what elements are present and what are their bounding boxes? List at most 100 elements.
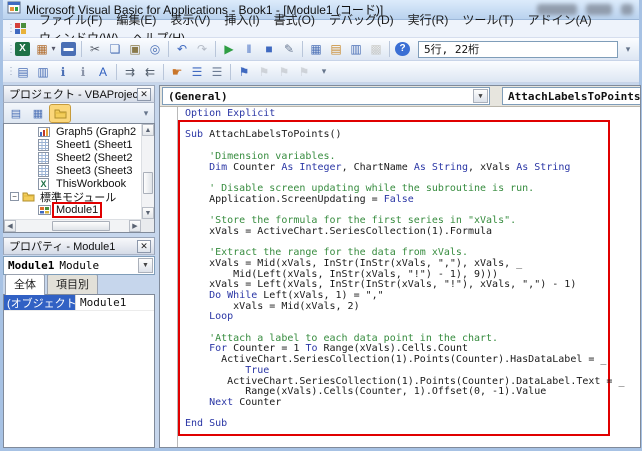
properties-tabs: 全体項目別 (3, 277, 155, 294)
copy-icon[interactable]: ❏ (106, 41, 124, 58)
tree-item-sheet3[interactable]: Sheet3 (Sheet3 (4, 164, 141, 177)
scroll-thumb[interactable] (143, 172, 153, 194)
menu-run[interactable]: 実行(R) (401, 12, 456, 28)
code-line[interactable]: Dim Counter As Integer, ChartName As Str… (185, 163, 640, 174)
parameter-info-icon[interactable]: ℹ (74, 63, 92, 80)
tree-item-graph5[interactable]: Graph5 (Graph2 (4, 125, 141, 138)
tab-alphabetic[interactable]: 全体 (5, 274, 45, 295)
svg-text:X: X (40, 179, 46, 189)
collapse-toggle-icon[interactable]: − (10, 192, 19, 201)
scroll-left-icon[interactable]: ◀ (4, 220, 16, 232)
menu-file[interactable]: ファイル(F) (32, 12, 109, 28)
menu-tools[interactable]: ツール(T) (455, 12, 520, 28)
quick-info-icon[interactable]: ℹ (54, 63, 72, 80)
redacted-blob (621, 4, 633, 15)
scroll-up-icon[interactable]: ▲ (142, 124, 154, 136)
paste-icon[interactable]: ▣ (126, 41, 144, 58)
code-line[interactable]: End Sub (185, 419, 640, 430)
view-object-button[interactable]: ▦ (28, 105, 48, 122)
run-icon[interactable]: ▶ (220, 41, 238, 58)
toolbar-separator (168, 41, 169, 57)
indent-icon[interactable]: ⇉ (121, 63, 139, 80)
excel-icon[interactable]: X (15, 42, 30, 56)
help-icon[interactable]: ? (395, 42, 410, 56)
toolbar-separator (81, 41, 82, 57)
design-mode-icon[interactable]: ✎ (280, 41, 298, 58)
selected-object-type: Module (59, 259, 99, 272)
object-browser-icon[interactable]: ▥ (347, 41, 365, 58)
toolbar-grip[interactable]: ⋮ (6, 23, 13, 34)
outdent-icon[interactable]: ⇇ (141, 63, 159, 80)
project-toolbar-overflow-icon[interactable]: ▾ (140, 108, 152, 119)
close-icon[interactable]: ✕ (137, 240, 151, 253)
save-icon[interactable]: ▬ (61, 42, 76, 56)
toolbar-grip[interactable]: ⋮ (6, 44, 13, 55)
break-icon[interactable]: ‖ (240, 41, 258, 58)
tree-item-standard-modules[interactable]: −標準モジュール (4, 190, 141, 203)
comment-block-icon[interactable]: ☰ (188, 63, 206, 80)
line-column-indicator[interactable]: 5行, 22桁 (418, 41, 618, 58)
toolbar-separator (230, 64, 231, 80)
properties-panel-header: プロパティ - Module1 ✕ (3, 237, 155, 255)
property-value[interactable]: Module1 (76, 296, 130, 309)
code-window: (General) ▼ AttachLabelsToPoints Option … (159, 85, 641, 448)
menu-debug[interactable]: デバッグ(D) (322, 12, 401, 28)
code-margin-indicator-bar[interactable] (160, 107, 178, 447)
object-dropdown[interactable]: (General) ▼ (162, 87, 490, 105)
close-icon[interactable]: ✕ (137, 88, 151, 101)
scroll-right-icon[interactable]: ▶ (129, 220, 141, 232)
toolbar-overflow-icon[interactable]: ▾ (622, 44, 634, 55)
toggle-bookmark-icon[interactable]: ⚑ (235, 63, 253, 80)
complete-word-icon[interactable]: A (94, 63, 112, 80)
toolbar-grip[interactable]: ⋮ (6, 66, 13, 77)
scroll-down-icon[interactable]: ▼ (142, 207, 154, 219)
chevron-down-icon[interactable]: ▼ (138, 258, 153, 273)
view-code-button[interactable]: ▤ (6, 105, 26, 122)
tree-horizontal-scrollbar[interactable]: ◀ ▶ (4, 219, 141, 232)
reset-icon[interactable]: ■ (260, 41, 278, 58)
undo-icon[interactable]: ↶ (173, 41, 191, 58)
chart-icon (38, 126, 51, 138)
project-explorer-icon[interactable]: ▦ (307, 41, 325, 58)
code-line[interactable] (185, 409, 640, 420)
toolbar-separator (389, 41, 390, 57)
object-selector[interactable]: Module1 Module ▼ (3, 256, 155, 275)
uncomment-block-icon[interactable]: ☰ (208, 63, 226, 80)
property-row[interactable]: (オブジェクト名)Module1 (4, 295, 154, 311)
cut-icon[interactable]: ✂ (86, 41, 104, 58)
code-line[interactable]: Option Explicit (185, 109, 640, 120)
tree-item-sheet1[interactable]: Sheet1 (Sheet1 (4, 138, 141, 151)
tab-categorized[interactable]: 項目別 (47, 274, 98, 294)
selected-object-name: Module1 (8, 259, 54, 272)
toolbar-separator (163, 64, 164, 80)
tree-item-sheet2[interactable]: Sheet2 (Sheet2 (4, 151, 141, 164)
list-constants-icon[interactable]: ▥ (34, 63, 52, 80)
code-line[interactable]: Next Counter (185, 398, 640, 409)
toggle-breakpoint-icon[interactable]: ☛ (168, 63, 186, 80)
scroll-thumb[interactable] (52, 221, 110, 231)
code-line[interactable]: xVals = Mid(xVals, 2) (185, 302, 640, 313)
insert-dropdown-caret-icon[interactable]: ▾ (49, 41, 58, 58)
menu-edit[interactable]: 編集(E) (109, 12, 163, 28)
chevron-down-icon[interactable]: ▼ (473, 89, 488, 103)
toggle-folders-button[interactable] (50, 105, 70, 122)
properties-window-icon[interactable]: ▤ (327, 41, 345, 58)
tree-item-label: Sheet3 (Sheet3 (54, 165, 134, 177)
property-name[interactable]: (オブジェクト名) (4, 295, 76, 310)
tree-vertical-scrollbar[interactable]: ▲ ▼ (141, 124, 154, 219)
toolbar-overflow-icon[interactable]: ▾ (318, 66, 330, 77)
code-editor[interactable]: Option Explicit Sub AttachLabelsToPoints… (160, 107, 640, 447)
code-line[interactable]: xVals = ActiveChart.SeriesCollection(1).… (185, 227, 640, 238)
procedure-dropdown[interactable]: AttachLabelsToPoints (502, 87, 640, 105)
list-properties-icon[interactable]: ▤ (14, 63, 32, 80)
code-line[interactable]: Application.ScreenUpdating = False (185, 195, 640, 206)
tree-item-module1[interactable]: Module1 (4, 203, 141, 216)
find-icon[interactable]: ◎ (146, 41, 164, 58)
menu-view[interactable]: 表示(V) (163, 12, 217, 28)
menu-format[interactable]: 書式(O) (267, 12, 322, 28)
vb-app-icon (7, 0, 21, 19)
menu-insert[interactable]: 挿入(I) (217, 12, 266, 28)
code-line[interactable]: Loop (185, 312, 640, 323)
toolbar-separator (116, 64, 117, 80)
code-line[interactable]: Sub AttachLabelsToPoints() (185, 130, 640, 141)
